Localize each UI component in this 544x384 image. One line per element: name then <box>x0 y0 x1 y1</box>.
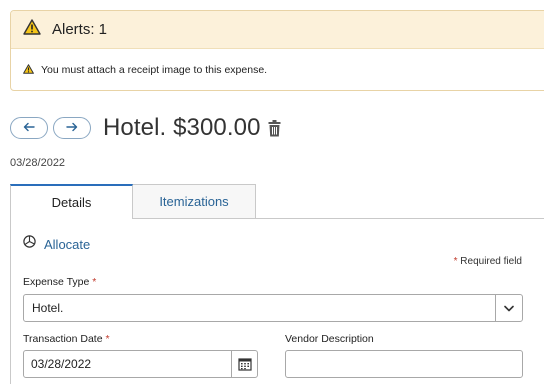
alert-title: Alerts: 1 <box>52 21 108 38</box>
expense-title-row: Hotel. $300.00 <box>10 113 281 143</box>
required-note-text: Required field <box>460 256 522 267</box>
transaction-date-label-text: Transaction Date <box>23 333 103 345</box>
transaction-date-field[interactable] <box>23 350 258 378</box>
page-title: Hotel. $300.00 <box>103 114 261 141</box>
expense-type-label-text: Expense Type <box>23 276 90 288</box>
arrow-left-icon <box>23 119 35 137</box>
allocate-link[interactable]: Allocate <box>23 235 90 253</box>
alert-box: Alerts: 1 You must attach a receipt imag… <box>10 10 544 91</box>
tab-details[interactable]: Details <box>10 184 133 219</box>
alert-message: You must attach a receipt image to this … <box>41 64 268 76</box>
required-field-note: * Required field <box>454 256 522 267</box>
expense-type-value: Hotel. <box>32 301 64 315</box>
alert-header: Alerts: 1 <box>11 11 544 49</box>
warning-icon <box>23 61 34 79</box>
vendor-description-field[interactable] <box>285 350 523 378</box>
required-marker: * <box>453 256 458 267</box>
expense-type-label: Expense Type * <box>23 276 96 288</box>
vendor-description-input[interactable] <box>286 351 522 377</box>
transaction-date-input[interactable] <box>31 357 231 371</box>
warning-icon <box>23 19 41 40</box>
tab-bar: Details Itemizations <box>10 184 256 219</box>
allocate-label: Allocate <box>44 236 91 252</box>
alert-body: You must attach a receipt image to this … <box>11 49 544 90</box>
expense-type-select[interactable]: Hotel. <box>23 294 523 322</box>
vendor-description-label: Vendor Description <box>285 333 374 345</box>
chevron-down-icon[interactable] <box>495 295 522 321</box>
tab-itemizations[interactable]: Itemizations <box>133 184 256 219</box>
pie-chart-icon <box>23 235 36 253</box>
trash-icon[interactable] <box>268 119 281 137</box>
required-marker: * <box>92 276 97 288</box>
calendar-icon[interactable] <box>231 351 257 377</box>
expense-date: 03/28/2022 <box>10 157 66 169</box>
previous-expense-button[interactable] <box>10 117 48 139</box>
next-expense-button[interactable] <box>53 117 91 139</box>
transaction-date-label: Transaction Date * <box>23 333 110 345</box>
required-marker: * <box>105 333 110 345</box>
arrow-right-icon <box>66 119 78 137</box>
